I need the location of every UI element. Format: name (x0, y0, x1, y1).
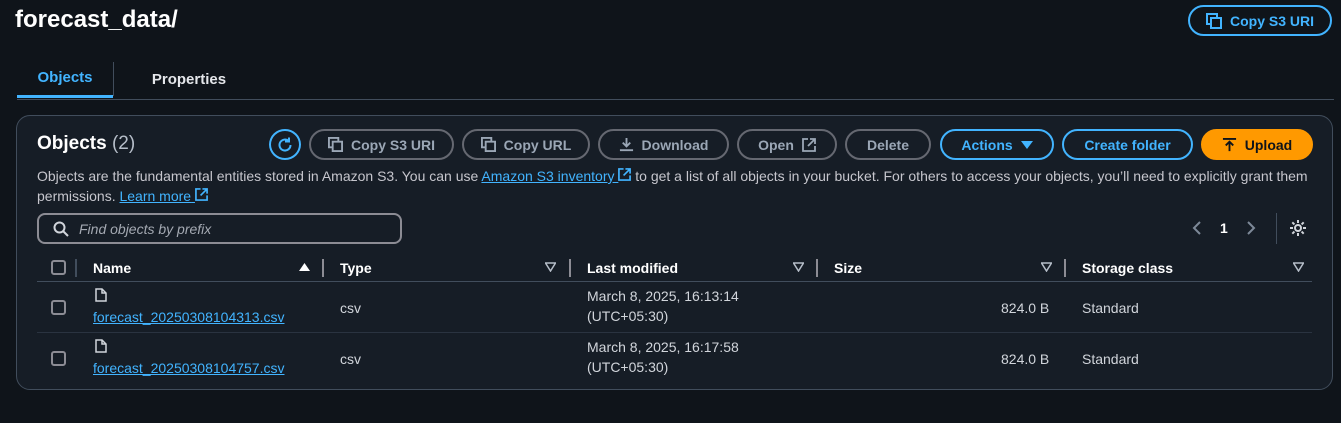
storage-class: Standard (1082, 351, 1139, 367)
sort-ascending-icon[interactable] (299, 262, 310, 272)
column-last-modified[interactable]: Last modified (587, 260, 678, 276)
tab-divider (113, 62, 114, 96)
file-type: csv (340, 351, 361, 367)
objects-panel-title: Objects (2) (37, 133, 135, 155)
open-label: Open (758, 136, 794, 153)
objects-panel: Objects (2) Copy S3 URI Copy URL Downloa… (16, 115, 1333, 390)
s3-inventory-link[interactable]: Amazon S3 inventory (481, 168, 632, 184)
objects-count: (2) (111, 133, 136, 154)
column-divider (75, 259, 77, 277)
select-all-checkbox[interactable] (51, 260, 66, 275)
pagination-divider (1276, 213, 1277, 244)
page-number[interactable]: 1 (1220, 220, 1228, 236)
row-checkbox[interactable] (51, 351, 66, 366)
copy-url-label: Copy URL (503, 136, 572, 153)
column-divider[interactable] (816, 259, 818, 277)
objects-table: Name Type Last modified Size Storage cla… (37, 254, 1312, 384)
file-size: 824.0 B (1001, 300, 1050, 316)
copy-s3-uri-button[interactable]: Copy S3 URI (309, 129, 454, 160)
sort-caret-icon[interactable] (1293, 262, 1304, 272)
external-link-icon (195, 188, 208, 201)
copy-icon (1205, 12, 1222, 29)
table-row[interactable]: forecast_20250308104313.csv csv March 8,… (37, 282, 1312, 333)
table-header: Name Type Last modified Size Storage cla… (37, 254, 1312, 282)
objects-title-text: Objects (37, 133, 107, 154)
refresh-icon (276, 136, 294, 154)
actions-dropdown[interactable]: Actions (940, 129, 1054, 160)
copy-s3-uri-label: Copy S3 URI (351, 136, 436, 153)
column-size[interactable]: Size (834, 260, 862, 276)
sort-caret-icon[interactable] (545, 262, 556, 272)
column-name[interactable]: Name (93, 260, 131, 276)
objects-description: Objects are the fundamental entities sto… (37, 166, 1322, 206)
page-title: forecast_data/ (15, 6, 178, 33)
header-copy-s3-uri-label: Copy S3 URI (1229, 12, 1314, 29)
chevron-right-icon[interactable] (1246, 220, 1256, 236)
s3-inventory-link-label: Amazon S3 inventory (481, 168, 615, 184)
last-modified-timezone: (UTC+05:30) (587, 359, 669, 375)
copy-icon (328, 137, 343, 152)
file-icon (95, 288, 107, 302)
column-divider[interactable] (1064, 259, 1066, 277)
create-folder-label: Create folder (1084, 136, 1171, 153)
column-storage-class[interactable]: Storage class (1082, 260, 1173, 276)
learn-more-label: Learn more (119, 188, 192, 204)
delete-button[interactable]: Delete (845, 129, 931, 160)
row-checkbox[interactable] (51, 300, 66, 315)
caret-down-icon (1020, 140, 1033, 150)
upload-label: Upload (1244, 136, 1293, 153)
column-type[interactable]: Type (340, 260, 372, 276)
column-divider[interactable] (569, 259, 571, 277)
chevron-left-icon[interactable] (1192, 220, 1202, 236)
header-copy-s3-uri-button[interactable]: Copy S3 URI (1188, 5, 1332, 36)
upload-icon (1222, 137, 1237, 152)
sort-caret-icon[interactable] (793, 262, 804, 272)
description-text-1: Objects are the fundamental entities sto… (37, 168, 482, 184)
external-link-icon (618, 168, 632, 181)
create-folder-button[interactable]: Create folder (1062, 129, 1193, 160)
file-size: 824.0 B (1001, 351, 1050, 367)
copy-url-button[interactable]: Copy URL (462, 129, 590, 160)
file-type: csv (340, 300, 361, 316)
open-button[interactable]: Open (737, 129, 837, 160)
column-divider[interactable] (322, 259, 324, 277)
download-label: Download (641, 136, 709, 153)
tab-bar: Objects Properties (17, 60, 1334, 100)
learn-more-link[interactable]: Learn more (119, 188, 208, 204)
search-input[interactable] (79, 220, 379, 237)
last-modified-date: March 8, 2025, 16:13:14 (587, 288, 739, 304)
storage-class: Standard (1082, 300, 1139, 316)
last-modified-date: March 8, 2025, 16:17:58 (587, 339, 739, 355)
download-button[interactable]: Download (598, 129, 729, 160)
copy-icon (480, 137, 496, 152)
search-icon (53, 221, 69, 237)
file-name-link[interactable]: forecast_20250308104313.csv (93, 309, 284, 325)
pagination: 1 (1192, 220, 1256, 236)
search-box[interactable] (37, 213, 402, 244)
actions-label: Actions (961, 136, 1013, 153)
external-link-icon (801, 137, 816, 152)
file-icon (95, 339, 107, 353)
sort-caret-icon[interactable] (1041, 262, 1052, 272)
file-name-link[interactable]: forecast_20250308104757.csv (93, 360, 284, 376)
refresh-button[interactable] (269, 129, 301, 160)
tab-objects[interactable]: Objects (17, 60, 113, 98)
last-modified-timezone: (UTC+05:30) (587, 308, 669, 324)
download-icon (619, 137, 634, 152)
delete-label: Delete (866, 136, 910, 153)
gear-icon[interactable] (1289, 219, 1307, 237)
tab-properties[interactable]: Properties (129, 60, 249, 98)
upload-button[interactable]: Upload (1201, 129, 1313, 160)
table-row[interactable]: forecast_20250308104757.csv csv March 8,… (37, 333, 1312, 384)
